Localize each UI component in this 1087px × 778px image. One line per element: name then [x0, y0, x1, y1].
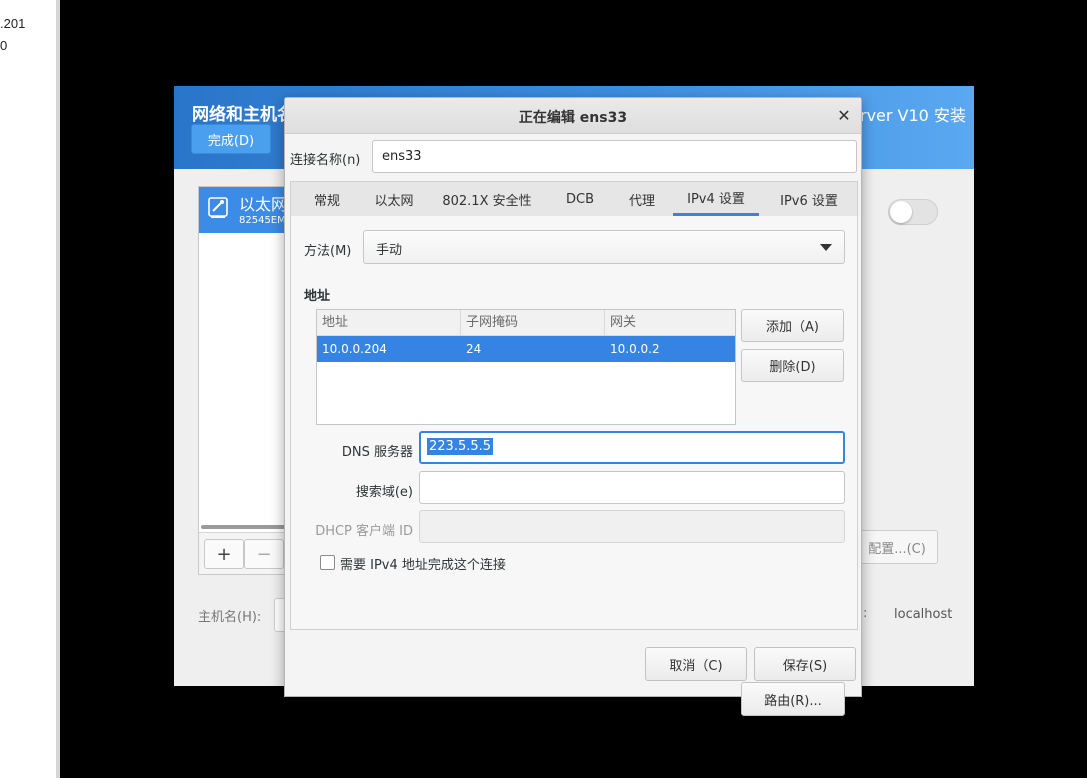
add-address-button[interactable]: 添加（A): [741, 309, 844, 342]
address-table: 地址 子网掩码 网关 10.0.0.204 24 10.0.0.2: [316, 309, 736, 425]
column-header-gateway[interactable]: 网关: [605, 310, 735, 336]
settings-tabbar: 常规 以太网 802.1X 安全性 DCB 代理 IPv4 设置 IPv6 设置: [290, 181, 858, 217]
configure-button[interactable]: 配置...(C): [856, 530, 938, 564]
cell-gateway[interactable]: 10.0.0.2: [605, 336, 735, 362]
chevron-down-icon: [820, 244, 832, 251]
dialog-title: 正在编辑 ens33: [518, 110, 628, 126]
connection-item-label: 以太网: [239, 195, 288, 214]
address-table-header: 地址 子网掩码 网关: [317, 310, 735, 336]
method-value: 手动: [376, 243, 403, 258]
cell-netmask[interactable]: 24: [461, 336, 605, 362]
done-button[interactable]: 完成(D): [191, 124, 271, 154]
current-hostname-value: localhost: [894, 607, 953, 622]
toggle-knob: [890, 201, 912, 223]
host-text-line2: 0: [0, 38, 8, 53]
tab-general[interactable]: 常规: [291, 182, 363, 216]
ethernet-icon: [208, 197, 228, 218]
host-window-border: [56, 0, 60, 778]
ipv4-settings-page: 方法(M) 手动 地址 地址 子网掩码 网关 10.0.0.204 24 10.…: [290, 216, 858, 716]
method-select[interactable]: 手动: [363, 230, 845, 264]
method-label: 方法(M): [304, 244, 352, 259]
current-hostname-colon: :: [863, 606, 868, 621]
installer-product-title: rver V10 安装: [860, 106, 966, 125]
tab-ethernet[interactable]: 以太网: [363, 182, 425, 216]
require-ipv4-label[interactable]: 需要 IPv4 地址完成这个连接: [340, 554, 506, 573]
connection-name-input[interactable]: [372, 140, 857, 173]
host-window-strip: .201 0: [0, 0, 56, 778]
host-text-line1: .201: [0, 16, 26, 31]
table-row[interactable]: 10.0.0.204 24 10.0.0.2: [317, 336, 735, 362]
installer-page-title: 网络和主机名: [192, 105, 294, 125]
connection-toggle-switch[interactable]: [888, 199, 938, 225]
tab-dcb[interactable]: DCB: [549, 182, 611, 216]
require-ipv4-checkbox[interactable]: [320, 555, 335, 570]
add-connection-button[interactable]: +: [204, 539, 244, 569]
dns-label: DNS 服务器: [341, 445, 413, 460]
search-domain-input[interactable]: [419, 471, 845, 504]
column-header-address[interactable]: 地址: [317, 310, 461, 336]
dns-value: 223.5.5.5: [427, 438, 494, 455]
hostname-label: 主机名(H):: [198, 610, 262, 625]
tab-ipv4-settings[interactable]: IPv4 设置: [673, 182, 759, 216]
dns-input[interactable]: 223.5.5.5: [419, 431, 845, 464]
address-heading: 地址: [304, 289, 331, 304]
tab-proxy[interactable]: 代理: [611, 182, 673, 216]
column-header-netmask[interactable]: 子网掩码: [461, 310, 605, 336]
connection-item-sublabel: 82545EM: [239, 215, 286, 226]
cancel-button[interactable]: 取消（C): [645, 647, 747, 681]
remove-connection-button[interactable]: −: [244, 539, 284, 569]
routes-button[interactable]: 路由(R)...: [741, 682, 845, 716]
dhcp-client-id-label: DHCP 客户端 ID: [315, 524, 413, 539]
delete-address-button[interactable]: 删除(D): [741, 349, 844, 382]
dhcp-client-id-input[interactable]: [419, 510, 845, 543]
cell-address[interactable]: 10.0.0.204: [317, 336, 461, 362]
connection-name-label: 连接名称(n): [290, 153, 361, 168]
edit-connection-dialog: 正在编辑 ens33 ✕ 连接名称(n) 常规 以太网 802.1X 安全性 D…: [284, 97, 862, 716]
dialog-titlebar: 正在编辑 ens33 ✕: [285, 98, 861, 134]
search-domain-label: 搜索域(e): [355, 485, 413, 500]
save-button[interactable]: 保存(S): [754, 647, 856, 681]
close-icon[interactable]: ✕: [833, 104, 855, 126]
tab-ipv6-settings[interactable]: IPv6 设置: [761, 182, 857, 216]
tab-8021x-security[interactable]: 802.1X 安全性: [425, 182, 549, 216]
